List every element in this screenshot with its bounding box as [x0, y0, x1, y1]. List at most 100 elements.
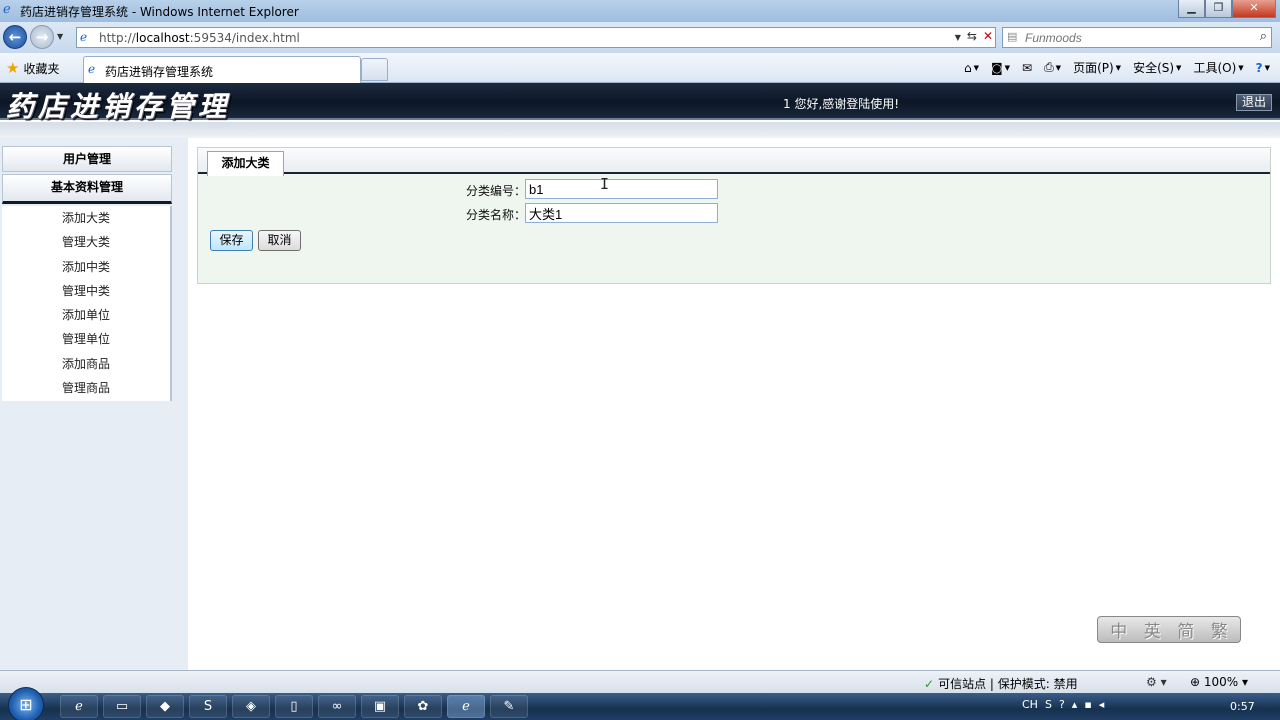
stop-icon[interactable]: ✕	[983, 29, 993, 46]
app-logo: 药店进销存管理	[6, 90, 231, 123]
sidebar-item-add-category[interactable]: 添加大类	[2, 206, 170, 230]
window-title: 药店进销存管理系统 - Windows Internet Explorer	[20, 5, 299, 19]
command-bar: ★ 收藏夹 ℯ 药店进销存管理系统 ⌂ ▼ ◙ ▼ ✉ ⎙ ▼ 页面(P) ▼ 安全(S…	[0, 53, 1280, 83]
cancel-button[interactable]: 取消	[258, 230, 301, 251]
favorites-button[interactable]: ★ 收藏夹	[6, 59, 59, 77]
sidebar-item-add-unit[interactable]: 添加单位	[2, 303, 170, 327]
taskbar-app2-icon[interactable]: ◈	[232, 695, 270, 718]
category-code-label: 分类编号：	[466, 184, 527, 198]
clock: 0:57	[1230, 700, 1255, 713]
input-language[interactable]: CH	[1022, 698, 1038, 711]
address-bar[interactable]: ℯ http://localhost:59534/index.html ▼ ⇆ …	[76, 27, 996, 48]
back-button[interactable]: ←	[3, 25, 27, 49]
save-button[interactable]: 保存	[210, 230, 253, 251]
home-button[interactable]: ⌂ ▼	[964, 61, 979, 75]
taskbar-app-icon[interactable]: ◆	[146, 695, 184, 718]
tray-help-icon[interactable]: ?	[1059, 698, 1065, 711]
taskbar-window-icon[interactable]: ▣	[361, 695, 399, 718]
window-controls: ▁ ❐ ✕	[1178, 0, 1276, 18]
sidebar-menu: 添加大类 管理大类 添加中类 管理中类 添加单位 管理单位 添加商品 管理商品	[2, 206, 172, 401]
start-button[interactable]: ⊞	[8, 687, 44, 720]
text-cursor-icon: I	[600, 175, 610, 193]
taskbar-explorer-icon[interactable]: ▭	[103, 695, 141, 718]
system-tray: CH S ? ▴ ▪ ◂	[1022, 698, 1104, 711]
sidebar: 用户管理 基本资料管理 添加大类 管理大类 添加中类 管理中类 添加单位 管理单…	[0, 138, 188, 670]
taskbar-skype-icon[interactable]: S	[189, 695, 227, 718]
panel-tabbar: 添加大类	[198, 148, 1270, 176]
printer-icon: ⎙	[1044, 60, 1054, 74]
url-text[interactable]: http://localhost:59534/index.html	[99, 31, 300, 45]
search-box[interactable]: ▤ ⌕	[1002, 27, 1272, 48]
tools-menu[interactable]: 工具(O) ▼	[1193, 59, 1243, 76]
minimize-button[interactable]: ▁	[1178, 0, 1205, 18]
maximize-button[interactable]: ❐	[1205, 0, 1232, 18]
address-toolbar: ← → ▼ ℯ http://localhost:59534/index.htm…	[0, 22, 1280, 53]
home-icon: ⌂	[963, 60, 972, 75]
page-menu[interactable]: 页面(P) ▼	[1073, 59, 1121, 76]
sidebar-item-manage-unit[interactable]: 管理单位	[2, 327, 170, 351]
sidebar-section-user-management[interactable]: 用户管理	[2, 146, 172, 172]
search-input[interactable]	[1025, 30, 1235, 45]
lang-traditional-button[interactable]: 繁	[1211, 617, 1228, 642]
security-zone[interactable]: ✓ 可信站点 | 保护模式: 禁用	[924, 675, 1078, 692]
help-icon: ?	[1255, 60, 1263, 75]
page-icon: ℯ	[80, 30, 88, 44]
window-titlebar: ℯ 药店进销存管理系统 - Windows Internet Explorer …	[0, 0, 1280, 22]
forward-button[interactable]: →	[30, 25, 54, 49]
new-tab-button[interactable]	[361, 58, 388, 81]
lang-chinese-button[interactable]: 中	[1110, 617, 1127, 642]
volume-icon[interactable]: ◂	[1099, 698, 1105, 711]
logout-button[interactable]: 退出	[1236, 94, 1272, 111]
taskbar-ie-active-icon[interactable]: ℯ	[447, 695, 485, 718]
search-icon[interactable]: ⌕	[1260, 29, 1267, 44]
sidebar-item-add-subcategory[interactable]: 添加中类	[2, 255, 170, 279]
tab-add-category[interactable]: 添加大类	[207, 151, 284, 176]
read-mail-button[interactable]: ✉	[1022, 61, 1032, 75]
taskbar-tool-icon[interactable]: ✎	[490, 695, 528, 718]
help-button[interactable]: ? ▼	[1256, 61, 1270, 75]
taskbar: ⊞ ℯ ▭ ◆ S ◈ ▯ ∞ ▣ ✿ ℯ ✎ CH S ? ▴ ▪ ◂ 0:5…	[0, 687, 1280, 720]
ie-icon: ℯ	[3, 2, 11, 17]
taskbar-media-icon[interactable]: ✿	[404, 695, 442, 718]
safety-menu[interactable]: 安全(S) ▼	[1133, 59, 1181, 76]
category-name-input[interactable]	[525, 203, 718, 223]
address-dropdown-icon[interactable]: ▼	[955, 29, 961, 46]
tray-arrow-icon[interactable]: ▴	[1072, 698, 1078, 711]
star-icon: ★	[6, 59, 20, 77]
favorites-label: 收藏夹	[23, 61, 60, 76]
ime-icon[interactable]: S	[1045, 698, 1052, 711]
taskbar-ie-icon[interactable]: ℯ	[60, 695, 98, 718]
sidebar-section-basic-data[interactable]: 基本资料管理	[2, 174, 172, 204]
sidebar-item-manage-subcategory[interactable]: 管理中类	[2, 279, 170, 303]
browser-tab[interactable]: ℯ 药店进销存管理系统	[83, 56, 361, 83]
compatibility-icon[interactable]: ⇆	[967, 29, 977, 46]
network-icon[interactable]: ▪	[1084, 698, 1091, 711]
lang-simplified-button[interactable]: 简	[1177, 617, 1194, 642]
zoom-level[interactable]: ⊕ 100% ▾	[1190, 675, 1248, 689]
category-name-label: 分类名称：	[466, 208, 527, 222]
category-code-input[interactable]	[525, 179, 718, 199]
feeds-button[interactable]: ◙ ▼	[991, 61, 1010, 75]
taskbar-doc-icon[interactable]: ▯	[275, 695, 313, 718]
lang-english-button[interactable]: 英	[1144, 617, 1161, 642]
sidebar-item-add-product[interactable]: 添加商品	[2, 352, 170, 376]
sidebar-item-manage-category[interactable]: 管理大类	[2, 230, 170, 254]
language-switcher: 中 英 简 繁	[1097, 616, 1241, 643]
rss-icon: ◙	[990, 60, 1003, 75]
close-button[interactable]: ✕	[1232, 0, 1276, 18]
taskbar-vs-icon[interactable]: ∞	[318, 695, 356, 718]
tab-page-icon: ℯ	[88, 62, 96, 76]
search-provider-icon: ▤	[1007, 30, 1018, 43]
checkmark-icon: ✓	[924, 676, 935, 691]
security-zone-text: 可信站点 | 保护模式: 禁用	[938, 677, 1078, 691]
status-shield-icon[interactable]: ⚙ ▾	[1146, 675, 1167, 689]
app-header: 药店进销存管理 1 您好,感谢登陆使用! 退出	[0, 83, 1280, 123]
history-dropdown-icon[interactable]: ▼	[57, 32, 63, 41]
header-subbar	[0, 122, 1280, 138]
status-bar: ✓ 可信站点 | 保护模式: 禁用 ⚙ ▾ ⊕ 100% ▾	[0, 670, 1280, 693]
add-category-panel: 添加大类 分类编号： 分类名称： 保存 取消	[197, 147, 1271, 284]
print-button[interactable]: ⎙ ▼	[1044, 60, 1061, 75]
sidebar-item-manage-product[interactable]: 管理商品	[2, 376, 170, 400]
mail-icon: ✉	[1022, 60, 1033, 75]
tab-title: 药店进销存管理系统	[105, 65, 214, 79]
